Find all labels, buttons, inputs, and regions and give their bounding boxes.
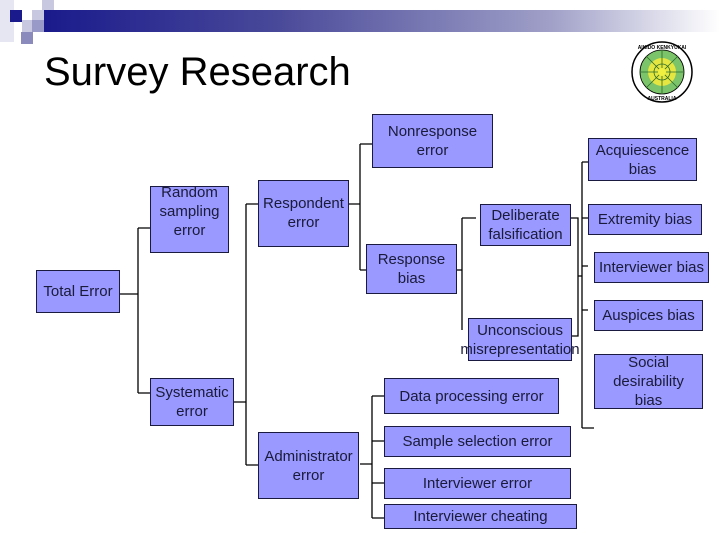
- node-respondent-error: Respondent error: [258, 180, 349, 247]
- node-sample-selection-error: Sample selection error: [384, 426, 571, 457]
- node-interviewer-error: Interviewer error: [384, 468, 571, 499]
- node-administrator-error: Administrator error: [258, 432, 359, 499]
- node-social-desirability-bias: Social desirability bias: [594, 354, 703, 409]
- node-response-bias: Response bias: [366, 244, 457, 294]
- node-auspices-bias: Auspices bias: [594, 300, 703, 331]
- node-nonresponse-error: Nonresponse error: [372, 114, 493, 168]
- connector-bias-list: [581, 161, 594, 429]
- connector-systematic: [233, 203, 258, 466]
- node-interviewer-bias: Interviewer bias: [594, 252, 709, 283]
- node-acquiescence-bias: Acquiescence bias: [588, 138, 697, 181]
- node-extremity-bias: Extremity bias: [588, 204, 702, 235]
- connector-response-bias: [457, 217, 476, 330]
- node-interviewer-cheating: Interviewer cheating: [384, 504, 577, 529]
- node-random-sampling-error: Random sampling error: [150, 184, 229, 253]
- connector-administrator: [360, 395, 384, 519]
- connector-total: [120, 227, 150, 394]
- node-data-processing-error: Data processing error: [384, 378, 559, 414]
- connector-falsification: [571, 217, 582, 337]
- node-total-error: Total Error: [36, 270, 120, 313]
- node-deliberate-falsification: Deliberate falsification: [480, 204, 571, 246]
- node-unconscious-misrepresentation: Unconscious misrepresentation: [460, 318, 580, 361]
- node-systematic-error: Systematic error: [150, 378, 234, 426]
